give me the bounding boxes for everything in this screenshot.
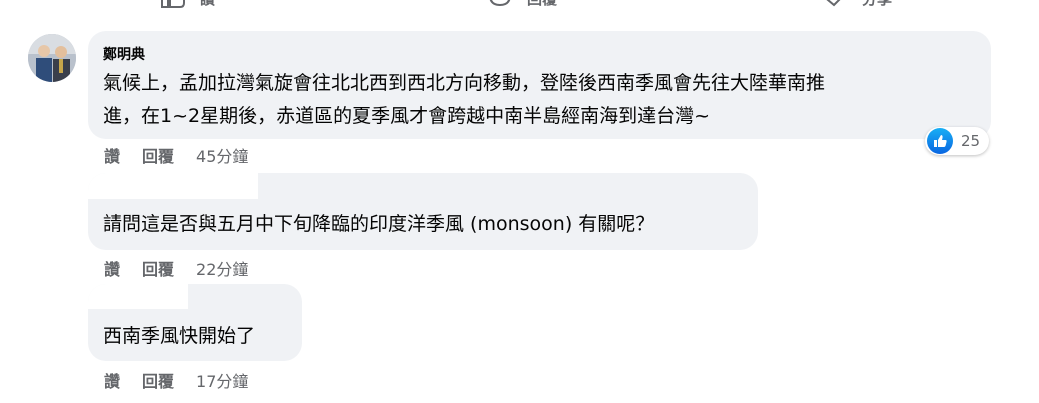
comment-actions: 讚 回覆 17分鐘: [104, 368, 248, 392]
comment-icon[interactable]: [487, 0, 513, 13]
top-like-label[interactable]: 讚: [200, 0, 215, 9]
share-icon[interactable]: [820, 0, 846, 13]
comment-text-line: 氣候上，孟加拉灣氣旋會往北北西到西北方向移動，登陸後西南季風會先往大陸華南推: [103, 72, 826, 94]
reply-button[interactable]: 回覆: [142, 368, 174, 392]
comment-text-line: 進，在1~2星期後，赤道區的夏季風才會跨越中南半島經南海到達台灣~: [103, 105, 711, 127]
comment-author[interactable]: 鄭明典: [103, 44, 145, 64]
like-button[interactable]: 讚: [104, 368, 120, 392]
comment-text-line: 請問這是否與五月中下旬降臨的印度洋季風 (monsoon) 有關呢？: [103, 213, 655, 235]
comment-text-line: 西南季風快開始了: [103, 325, 256, 347]
like-icon: [927, 128, 953, 154]
comment-actions: 讚 回覆 22分鐘: [104, 256, 248, 280]
reply-button[interactable]: 回覆: [142, 143, 174, 167]
redacted-author: [88, 284, 188, 309]
comment-timestamp[interactable]: 17分鐘: [196, 368, 248, 392]
comment-actions: 讚 回覆 45分鐘: [104, 143, 248, 167]
comment-timestamp[interactable]: 22分鐘: [196, 256, 248, 280]
reply-button[interactable]: 回覆: [142, 256, 174, 280]
reaction-count: 25: [961, 132, 981, 150]
like-icon[interactable]: [160, 0, 186, 13]
top-share-label[interactable]: 分享: [862, 0, 892, 9]
like-button[interactable]: 讚: [104, 256, 120, 280]
like-button[interactable]: 讚: [104, 143, 120, 167]
reaction-summary[interactable]: 25: [925, 127, 989, 155]
top-comment-label[interactable]: 回覆: [527, 0, 557, 9]
post-action-bar: 讚 回覆 分享: [0, 0, 1039, 10]
avatar[interactable]: [28, 34, 76, 82]
comment-timestamp[interactable]: 45分鐘: [196, 143, 248, 167]
redacted-author: [88, 173, 258, 199]
